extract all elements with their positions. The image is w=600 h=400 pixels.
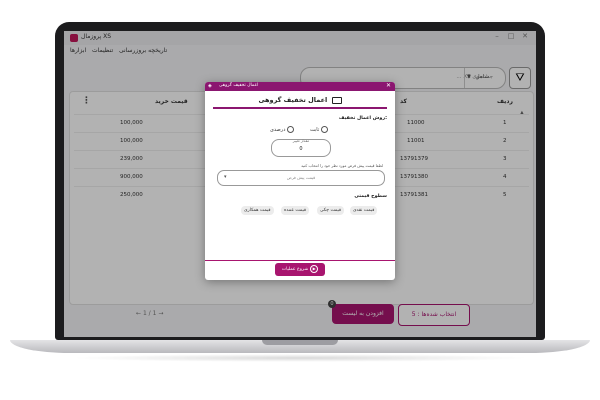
amount-label: مقدار تغییر xyxy=(292,139,310,143)
title-underline xyxy=(213,107,387,109)
group-discount-dialog: ◈ اعمال تخفیف گروهی ✕ اعمال تخفیف گروهی … xyxy=(205,82,395,280)
radio-fixed[interactable]: ثابت xyxy=(310,126,329,133)
laptop-shadow xyxy=(70,354,530,362)
chevron-down-icon: ▾ xyxy=(224,174,227,180)
laptop-notch xyxy=(262,340,338,345)
footer-divider xyxy=(205,260,395,261)
radio-percent-label: درصدی xyxy=(270,127,286,133)
app-screen: پروزمال XS – □ ✕ تاریخچه بروزرسانی تنظیم… xyxy=(64,31,536,337)
close-icon[interactable]: ✕ xyxy=(386,82,391,89)
radio-percent[interactable]: درصدی xyxy=(270,126,295,133)
play-icon: ▶ xyxy=(310,264,319,273)
radio-fixed-label: ثابت xyxy=(310,127,320,133)
start-operation-button[interactable]: شروع عملیات ▶ xyxy=(275,263,325,276)
amount-field[interactable]: مقدار تغییر 0 xyxy=(271,139,331,157)
radio-circle-icon xyxy=(321,126,329,133)
chip-wholesale-price[interactable]: قیمت عمده xyxy=(281,206,309,215)
discount-icon: ◈ xyxy=(208,83,212,89)
price-levels-label: سطوح قیمتی xyxy=(354,194,387,199)
dialog-title: اعمال تخفیف گروهی xyxy=(205,96,395,104)
dialog-header-title: اعمال تخفیف گروهی xyxy=(219,83,259,88)
chip-check-price[interactable]: قیمت چکی xyxy=(317,206,344,215)
price-hint: لطفا قیمت پیش فرض مورد نظر خود را انتخاب… xyxy=(301,163,383,168)
chip-partner-price[interactable]: قیمت همکاری xyxy=(241,206,274,215)
amount-value: 0 xyxy=(299,146,303,152)
discount-method-label: روش اعمال تخفیف: xyxy=(338,116,387,121)
default-price-select[interactable]: قیمت پیش فرض ▾ xyxy=(217,170,385,186)
dialog-header: ◈ اعمال تخفیف گروهی ✕ xyxy=(205,82,395,91)
dialog-title-text: اعمال تخفیف گروهی xyxy=(258,96,328,104)
default-price-placeholder: قیمت پیش فرض xyxy=(286,175,316,180)
radio-circle-icon xyxy=(287,126,295,133)
start-operation-label: شروع عملیات xyxy=(281,267,309,272)
chip-cash-price[interactable]: قیمت نقدی xyxy=(350,206,378,215)
coupon-icon xyxy=(331,96,342,104)
